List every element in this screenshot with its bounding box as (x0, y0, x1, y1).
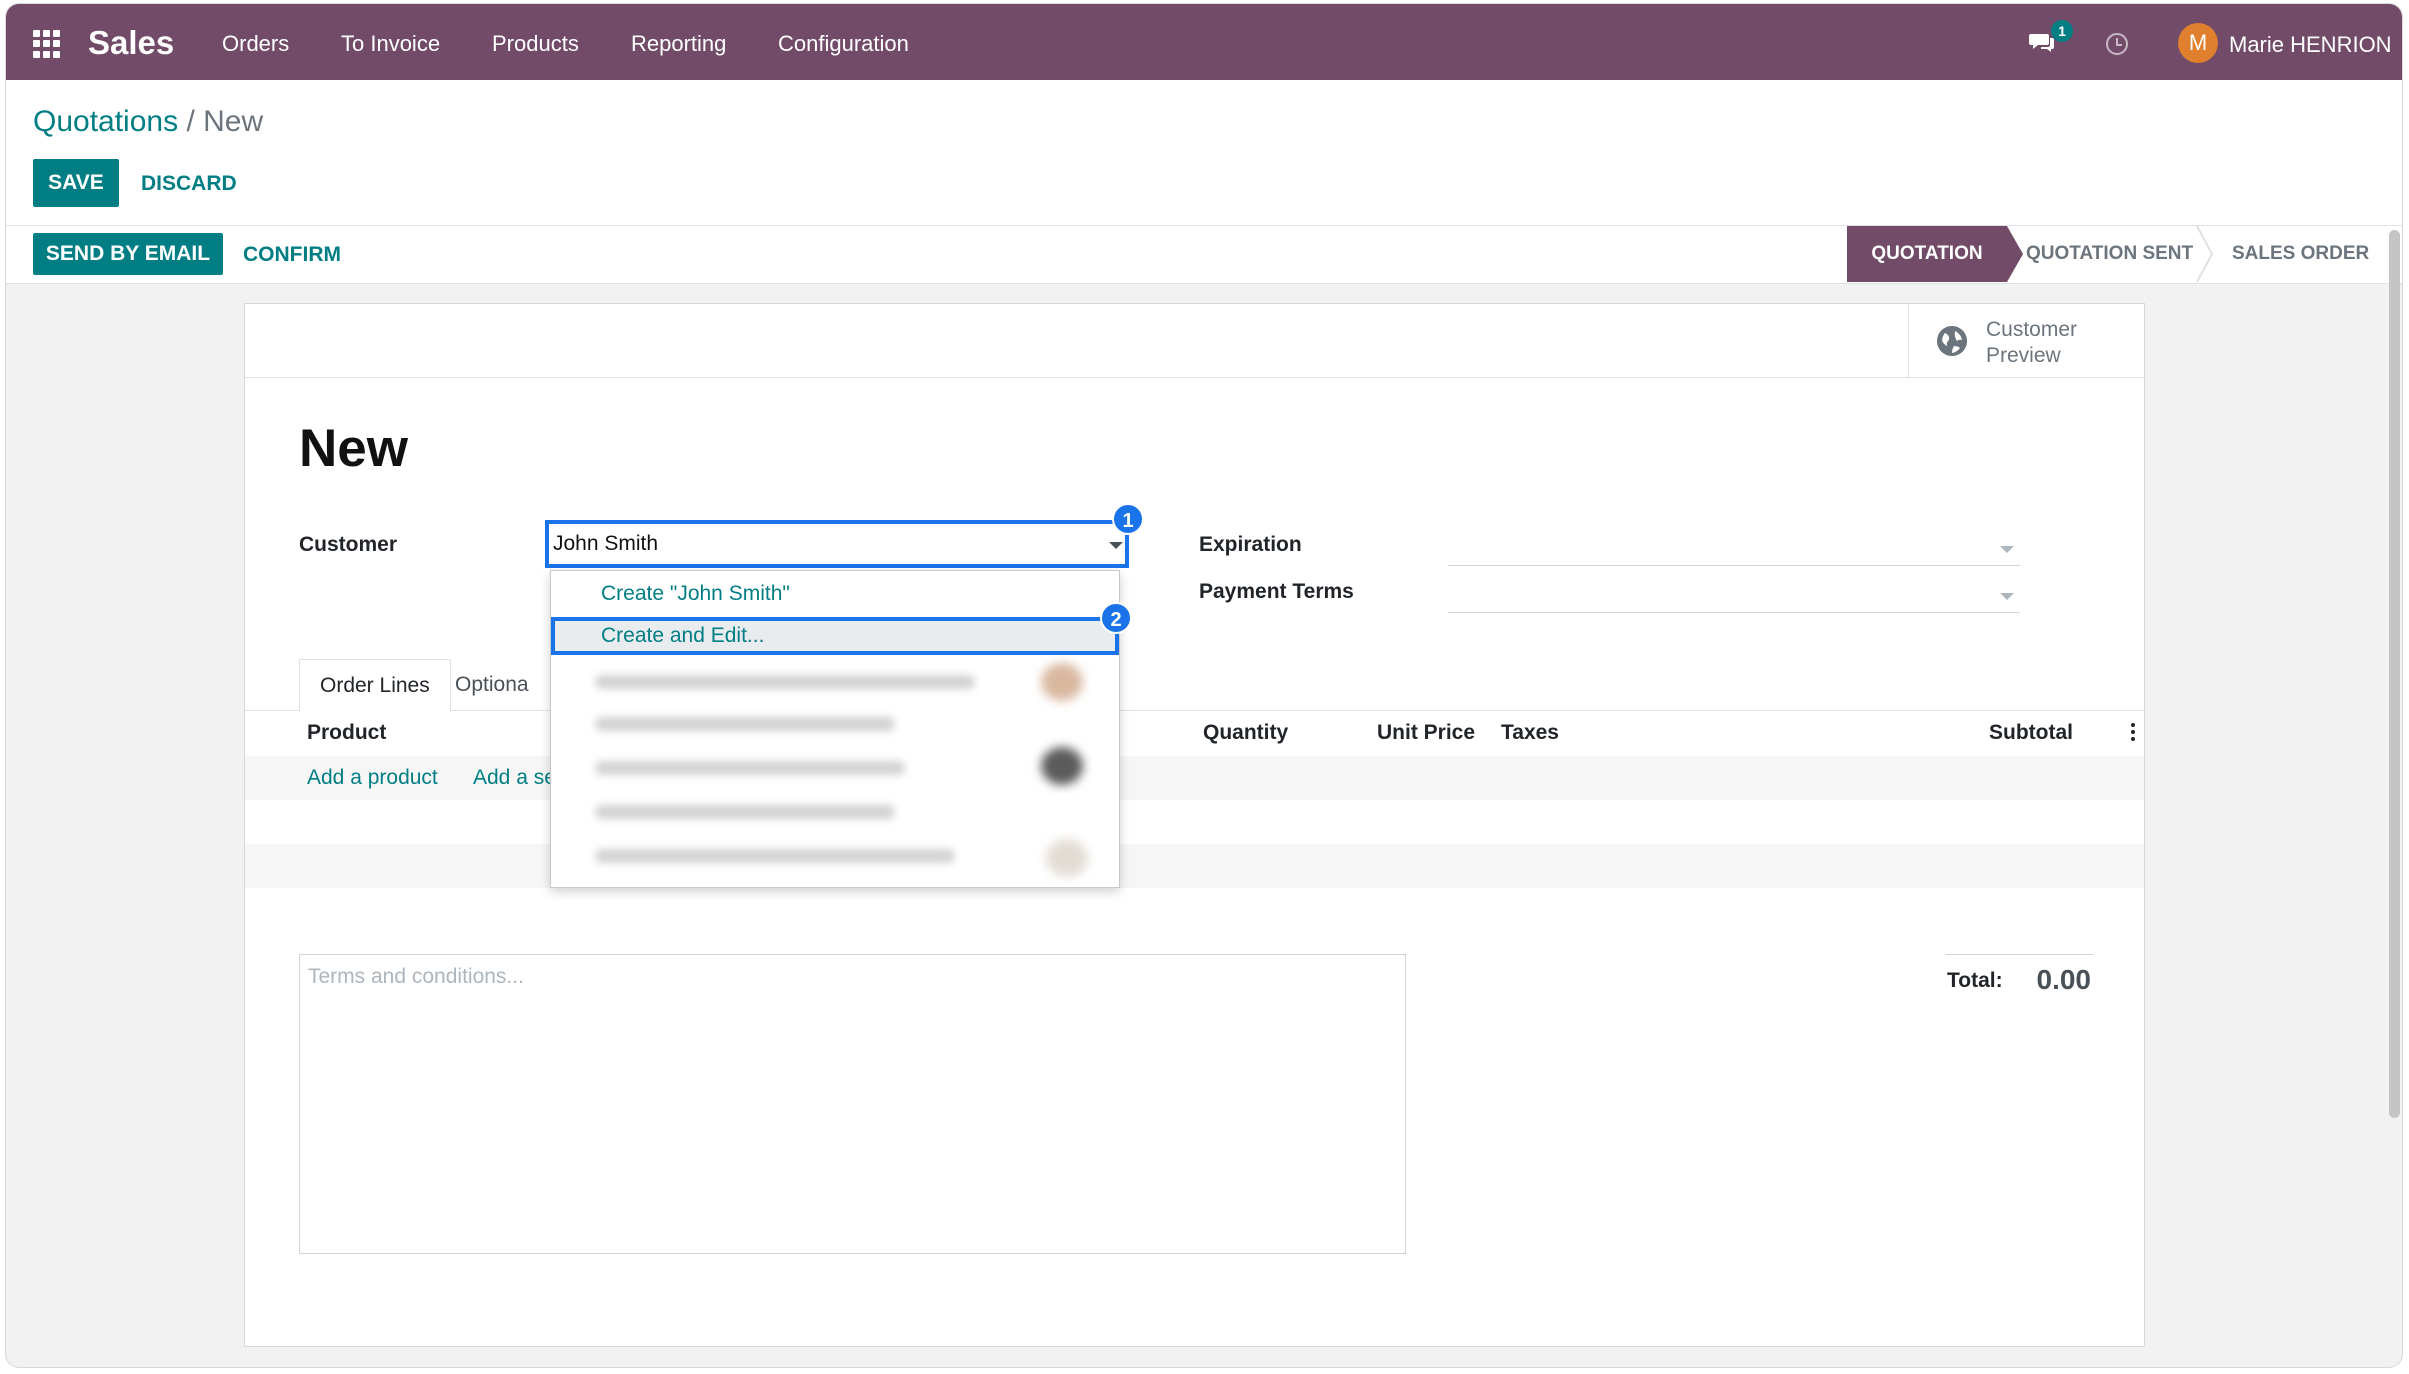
payment-terms-label: Payment Terms (1199, 580, 1354, 603)
menu-reporting[interactable]: Reporting (631, 31, 726, 57)
table-row (245, 844, 2144, 888)
total-divider (1945, 954, 2093, 955)
customer-preview-label: Customer Preview (1986, 318, 2078, 367)
column-unit-price[interactable]: Unit Price (1377, 721, 1475, 745)
total-label: Total: (1947, 969, 2003, 992)
page-scrollbar[interactable] (2389, 230, 2400, 1118)
send-by-email-button[interactable]: SEND BY EMAIL (33, 233, 223, 275)
status-quotation[interactable]: QUOTATION (1847, 226, 2023, 282)
table-row (245, 800, 2144, 844)
notebook-tabs: Order Lines Optiona (245, 659, 2144, 712)
table-row: Add a product Add a se (245, 756, 2144, 800)
callout-2: 2 (1100, 602, 1132, 634)
globe-icon (1937, 326, 1967, 356)
customer-preview-button[interactable]: Customer Preview (1908, 304, 2144, 378)
save-button[interactable]: SAVE (33, 159, 119, 207)
user-avatar[interactable]: M (2178, 23, 2218, 63)
total-value: 0.00 (2036, 964, 2092, 995)
status-sales-order[interactable]: SALES ORDER (2232, 226, 2369, 282)
menu-configuration[interactable]: Configuration (778, 31, 909, 57)
activity-clock-icon[interactable] (2106, 33, 2128, 55)
breadcrumb: Quotations / New (33, 105, 263, 139)
customer-dropdown-caret-icon[interactable] (1109, 542, 1123, 549)
app-window: Sales Orders To Invoice Products Reporti… (5, 3, 2403, 1368)
top-navbar: Sales Orders To Invoice Products Reporti… (6, 4, 2402, 80)
blurred-contact-row[interactable] (595, 675, 975, 689)
expiration-field[interactable] (1448, 532, 2020, 566)
expiration-label: Expiration (1199, 533, 1302, 556)
order-lines-header: Product Quantity Unit Price Taxes Subtot… (245, 710, 2144, 756)
customer-label: Customer (299, 533, 398, 556)
callout-1: 1 (1112, 503, 1144, 535)
blurred-avatar (1041, 747, 1083, 785)
apps-grid-icon[interactable] (33, 30, 61, 58)
column-product[interactable]: Product (307, 721, 386, 745)
optional-columns-kebab-icon[interactable] (2131, 723, 2135, 743)
record-title: New (299, 419, 408, 478)
form-sheet: Customer Preview New Customer John Smith… (244, 303, 2145, 1347)
blurred-avatar (1046, 839, 1088, 877)
column-taxes[interactable]: Taxes (1501, 721, 1559, 745)
tab-order-lines[interactable]: Order Lines (299, 659, 451, 712)
terms-and-conditions-field[interactable]: Terms and conditions... (299, 954, 1406, 1254)
blurred-avatar (1041, 663, 1083, 701)
menu-products[interactable]: Products (492, 31, 579, 57)
blurred-contact-row[interactable] (595, 761, 905, 775)
breadcrumb-quotations[interactable]: Quotations (33, 105, 178, 138)
status-quotation-sent[interactable]: QUOTATION SENT (2026, 226, 2193, 282)
customer-autocomplete-dropdown: Create "John Smith" Create and Edit... (550, 570, 1120, 888)
add-section-link[interactable]: Add a se (473, 766, 556, 790)
tab-optional-products[interactable]: Optiona (435, 659, 549, 712)
messages-badge: 1 (2051, 20, 2073, 42)
blurred-contact-row[interactable] (595, 717, 895, 731)
payment-terms-caret-icon[interactable] (2000, 593, 2014, 600)
app-brand[interactable]: Sales (88, 24, 174, 62)
breadcrumb-separator: / (186, 105, 195, 138)
blurred-contact-row[interactable] (595, 805, 895, 819)
discard-button[interactable]: DISCARD (141, 172, 237, 196)
column-subtotal[interactable]: Subtotal (1989, 721, 2073, 745)
blurred-contact-row[interactable] (595, 849, 955, 863)
menu-to-invoice[interactable]: To Invoice (341, 31, 440, 57)
status-action-bar: SEND BY EMAIL CONFIRM QUOTATION QUOTATIO… (6, 226, 2402, 284)
confirm-button[interactable]: CONFIRM (243, 243, 341, 267)
add-product-link[interactable]: Add a product (307, 766, 438, 790)
create-and-edit-option[interactable]: Create and Edit... (551, 617, 1119, 655)
column-quantity[interactable]: Quantity (1203, 721, 1288, 745)
create-john-smith-option[interactable]: Create "John Smith" (551, 575, 1119, 613)
user-name[interactable]: Marie HENRION (2229, 32, 2392, 58)
customer-input[interactable]: John Smith (545, 520, 1129, 568)
control-panel: Quotations / New SAVE DISCARD (6, 80, 2402, 226)
breadcrumb-current: New (203, 105, 264, 138)
button-box: Customer Preview (245, 304, 2144, 378)
menu-orders[interactable]: Orders (222, 31, 289, 57)
payment-terms-field[interactable] (1448, 579, 2020, 613)
status-chevron-icon (2196, 226, 2214, 282)
expiration-caret-icon[interactable] (2000, 546, 2014, 553)
